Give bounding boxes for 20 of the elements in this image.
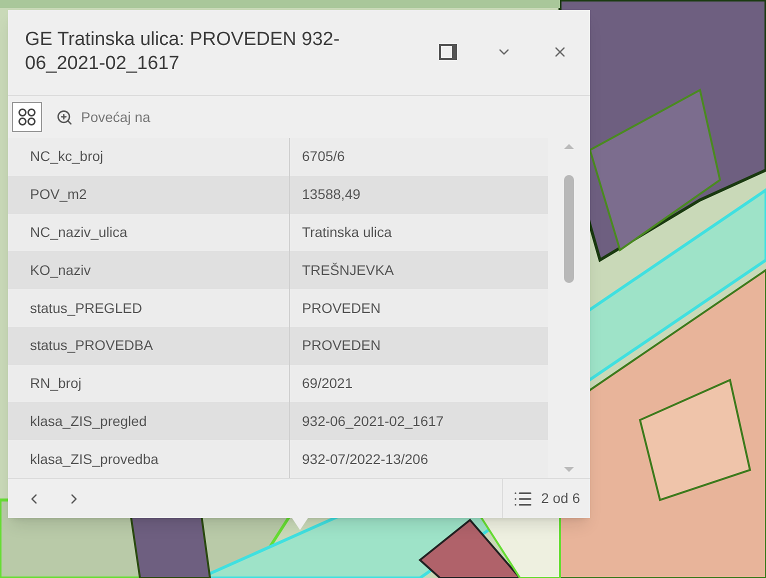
grid-circles-icon	[18, 108, 36, 126]
field-value: PROVEDEN	[301, 336, 382, 356]
dock-icon	[439, 44, 457, 60]
feature-list-button[interactable]: 2 od 6	[502, 479, 590, 518]
field-value: PROVEDEN	[301, 298, 382, 318]
scroll-up-icon	[564, 144, 574, 149]
field-value: TREŠNJEVKA	[301, 260, 395, 280]
field-value: 13588,49	[301, 185, 362, 204]
popup-title: GE Tratinska ulica: PROVEDEN 932-06_2021-02_1617	[25, 28, 341, 76]
zoom-in-icon	[56, 108, 73, 126]
field-name: klasa_ZIS_provedba	[8, 440, 290, 478]
field-value: 932-07/2022-13/206	[301, 450, 430, 469]
field-value: 932-06_2021-02_1617	[301, 412, 445, 431]
scroll-down-icon	[564, 467, 574, 472]
field-value: 69/2021	[301, 374, 354, 394]
actions-button[interactable]	[12, 102, 42, 132]
field-value: 6705/6	[301, 147, 346, 166]
zoom-to-button[interactable]: Povećaj na	[56, 106, 150, 128]
scrollbar-thumb[interactable]	[564, 175, 574, 283]
field-value: Tratinska ulica	[301, 222, 393, 242]
